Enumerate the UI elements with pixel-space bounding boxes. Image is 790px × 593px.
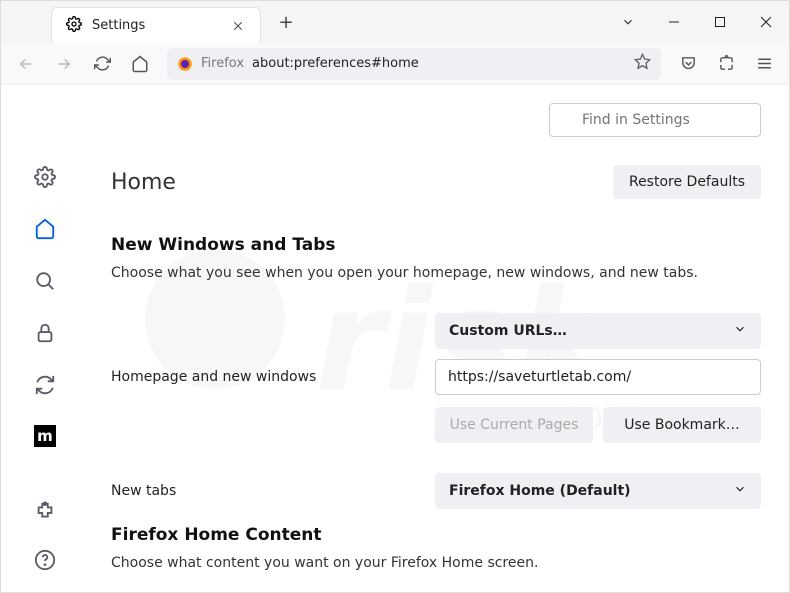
sidebar-help-icon[interactable] [33,548,57,572]
restore-defaults-button[interactable]: Restore Defaults [613,165,761,199]
sidebar-sync-icon[interactable] [33,373,57,397]
homepage-label: Homepage and new windows [111,369,421,385]
find-settings-input[interactable] [549,103,761,137]
reload-button[interactable] [85,47,119,81]
menu-button[interactable] [747,47,781,81]
chevron-down-icon [733,482,747,500]
chevron-down-icon [733,322,747,340]
homepage-url-input[interactable] [435,359,761,395]
sidebar-home-icon[interactable] [33,217,57,241]
settings-main: Home Restore Defaults New Windows and Ta… [89,85,789,592]
extensions-button[interactable] [709,47,743,81]
section-new-windows-title: New Windows and Tabs [111,235,761,255]
navigation-toolbar: Firefox about:preferences#home [1,43,789,85]
maximize-button[interactable] [697,1,743,43]
tabs-dropdown-icon[interactable] [605,1,651,43]
gear-icon [66,16,82,36]
select-value: Firefox Home (Default) [449,483,631,499]
page-heading: Home [111,170,176,195]
close-tab-icon[interactable] [230,18,246,34]
sidebar-privacy-icon[interactable] [33,321,57,345]
url-bar[interactable]: Firefox about:preferences#home [167,48,661,80]
settings-sidebar: m [1,85,89,592]
back-button[interactable] [9,47,43,81]
bookmark-star-icon[interactable] [634,53,651,74]
new-tabs-select[interactable]: Firefox Home (Default) [435,473,761,509]
use-current-pages-button[interactable]: Use Current Pages [435,407,593,443]
section-home-content-desc: Choose what content you want on your Fir… [111,555,761,571]
forward-button[interactable] [47,47,81,81]
url-identity: Firefox [201,56,244,71]
select-value: Custom URLs… [449,323,567,339]
new-tab-button[interactable]: + [271,7,301,37]
section-home-content-title: Firefox Home Content [111,525,761,545]
section-new-windows-desc: Choose what you see when you open your h… [111,265,761,281]
homepage-mode-select[interactable]: Custom URLs… [435,313,761,349]
sidebar-mcafee-icon[interactable]: m [34,425,56,447]
browser-tab[interactable]: Settings [51,7,261,43]
use-bookmark-button[interactable]: Use Bookmark… [603,407,761,443]
new-tabs-label: New tabs [111,483,421,499]
firefox-icon [177,56,193,72]
home-button[interactable] [123,47,157,81]
tab-title: Settings [92,18,220,33]
pocket-button[interactable] [671,47,705,81]
titlebar: Settings + [1,1,789,43]
sidebar-general-icon[interactable] [33,165,57,189]
sidebar-search-icon[interactable] [33,269,57,293]
close-window-button[interactable] [743,1,789,43]
url-text: about:preferences#home [252,56,419,71]
sidebar-extensions-icon[interactable] [33,500,57,524]
minimize-button[interactable] [651,1,697,43]
